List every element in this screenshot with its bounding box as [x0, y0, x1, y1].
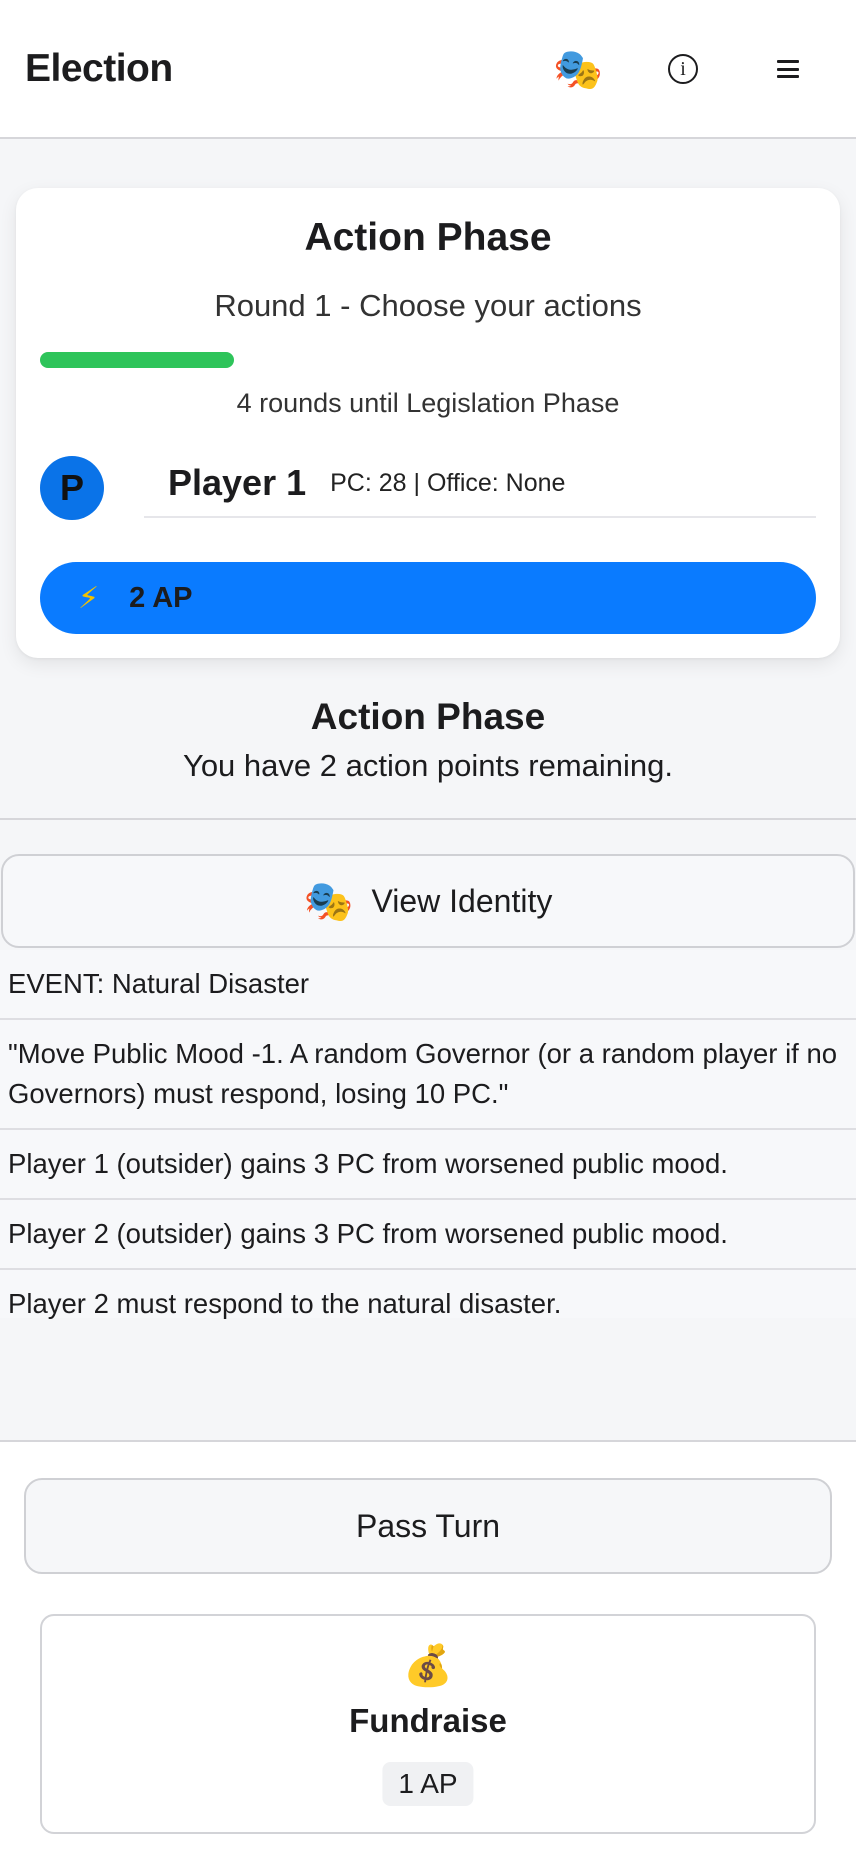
lightning-bolt-icon: ⚡	[78, 581, 100, 615]
info-button[interactable]: i	[658, 44, 708, 94]
action-phase-heading: Action Phase	[310, 696, 546, 737]
player-avatar: P	[40, 456, 104, 520]
phase-progress-fill	[40, 352, 234, 368]
log-item: EVENT: Natural Disaster	[0, 950, 856, 1020]
app-title: Election	[25, 46, 173, 90]
phase-card: Action Phase Round 1 - Choose your actio…	[16, 188, 840, 658]
action-points-remaining-text: You have 2 action points remaining.	[182, 748, 674, 783]
theater-mask-icon: 🎭	[303, 879, 354, 924]
player-stats: PC: 28 | Office: None	[330, 468, 566, 497]
fundraise-action-card[interactable]: 💰 Fundraise 1 AP	[40, 1614, 816, 1834]
log-item: Player 1 (outsider) gains 3 PC from wors…	[0, 1130, 856, 1200]
view-identity-button[interactable]: 🎭 View Identity	[1, 854, 855, 948]
action-points-label: 2 AP	[129, 581, 193, 614]
player-info-row: Player 1 PC: 28 | Office: None	[144, 450, 816, 518]
phase-subtitle: Round 1 - Choose your actions	[214, 288, 642, 323]
divider	[0, 818, 856, 820]
player-name: Player 1	[168, 462, 307, 503]
rounds-until-text: 4 rounds until Legislation Phase	[236, 388, 620, 418]
money-bag-icon: 💰	[403, 1644, 453, 1688]
app-header: Election 🎭 i	[0, 0, 856, 139]
action-points-bar: ⚡ 2 AP	[40, 562, 816, 634]
identity-mask-icon[interactable]: 🎭	[553, 44, 603, 94]
event-log: EVENT: Natural Disaster "Move Public Moo…	[0, 950, 856, 1319]
phase-title: Action Phase	[304, 216, 552, 259]
view-identity-label: View Identity	[371, 882, 553, 919]
log-item: Player 2 (outsider) gains 3 PC from wors…	[0, 1200, 856, 1270]
hamburger-menu-icon	[777, 60, 799, 78]
phase-progress-bar	[40, 352, 816, 368]
menu-button[interactable]	[763, 44, 813, 94]
log-item: "Move Public Mood -1. A random Governor …	[0, 1020, 856, 1130]
action-footer: Pass Turn 💰 Fundraise 1 AP	[0, 1440, 856, 1852]
info-icon: i	[668, 54, 698, 84]
log-item: Player 2 must respond to the natural dis…	[8, 1288, 562, 1319]
fundraise-cost-badge: 1 AP	[382, 1762, 474, 1806]
fundraise-title: Fundraise	[349, 1702, 507, 1739]
pass-turn-button[interactable]: Pass Turn	[24, 1478, 832, 1574]
